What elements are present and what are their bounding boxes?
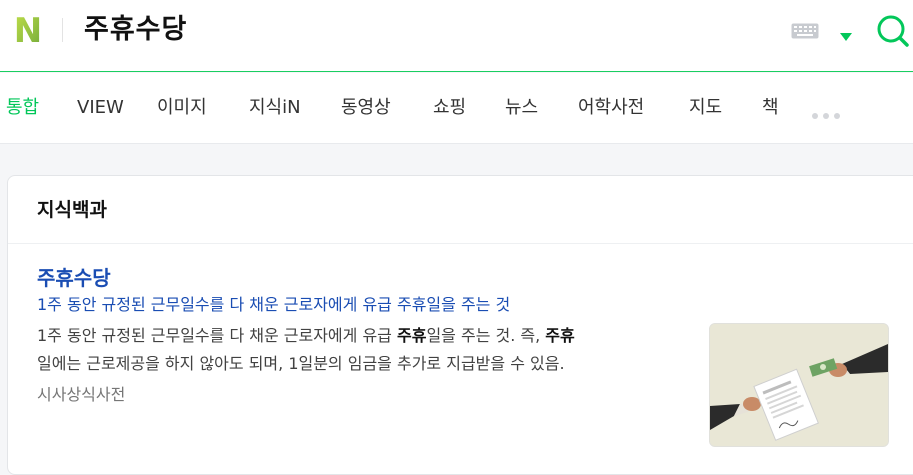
tab-integrated[interactable]: 통합 bbox=[6, 73, 39, 143]
tab-news[interactable]: 뉴스 bbox=[505, 73, 538, 143]
section-divider bbox=[8, 243, 913, 244]
result-subtitle-link[interactable]: 1주 동안 규정된 근무일수를 다 채운 근로자에게 유급 주휴일을 주는 것 bbox=[37, 291, 510, 315]
search-tab-bar: 통합 VIEW 이미지 지식iN 동영상 쇼핑 뉴스 어학사전 지도 책 bbox=[0, 73, 913, 144]
caret-down-icon[interactable] bbox=[840, 26, 852, 45]
result-source[interactable]: 시사상식사전 bbox=[37, 381, 125, 405]
section-title: 지식백과 bbox=[37, 199, 107, 221]
search-icon[interactable] bbox=[875, 12, 911, 48]
tab-image[interactable]: 이미지 bbox=[157, 73, 207, 143]
search-query[interactable]: 주휴수당 bbox=[84, 12, 187, 48]
tab-kin[interactable]: 지식iN bbox=[249, 73, 301, 143]
top-search-bar: N 주휴수당 bbox=[0, 0, 913, 72]
result-thumbnail[interactable] bbox=[709, 323, 889, 447]
tab-dictionary[interactable]: 어학사전 bbox=[578, 73, 644, 143]
naver-logo[interactable]: N bbox=[10, 11, 46, 51]
tab-books[interactable]: 책 bbox=[762, 73, 779, 143]
tab-view[interactable]: VIEW bbox=[77, 73, 124, 143]
encyclopedia-card: 지식백과 주휴수당 1주 동안 규정된 근무일수를 다 채운 근로자에게 유급 … bbox=[7, 175, 913, 475]
result-description: 1주 동안 규정된 근무일수를 다 채운 근로자에게 유급 주휴일을 주는 것.… bbox=[37, 326, 575, 373]
tab-shopping[interactable]: 쇼핑 bbox=[433, 73, 466, 143]
tab-map[interactable]: 지도 bbox=[689, 73, 722, 143]
result-title-link[interactable]: 주휴수당 bbox=[37, 262, 111, 291]
tab-video[interactable]: 동영상 bbox=[341, 73, 391, 143]
svg-text:N: N bbox=[14, 13, 42, 45]
more-dots-icon[interactable] bbox=[812, 104, 845, 123]
keyboard-icon[interactable] bbox=[791, 23, 819, 39]
header-divider bbox=[62, 18, 63, 42]
